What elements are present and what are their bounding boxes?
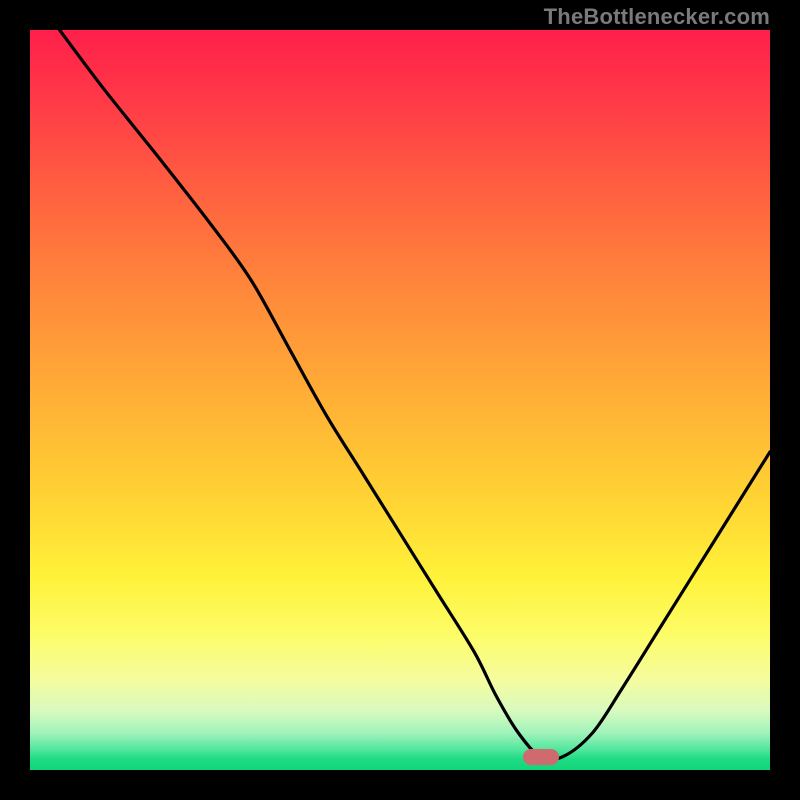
curve-path — [60, 30, 770, 760]
attribution-text: TheBottlenecker.com — [544, 4, 770, 30]
bottleneck-curve — [30, 30, 770, 770]
optimal-point-marker — [523, 749, 559, 765]
plot-area — [30, 30, 770, 770]
chart-frame: TheBottlenecker.com — [0, 0, 800, 800]
